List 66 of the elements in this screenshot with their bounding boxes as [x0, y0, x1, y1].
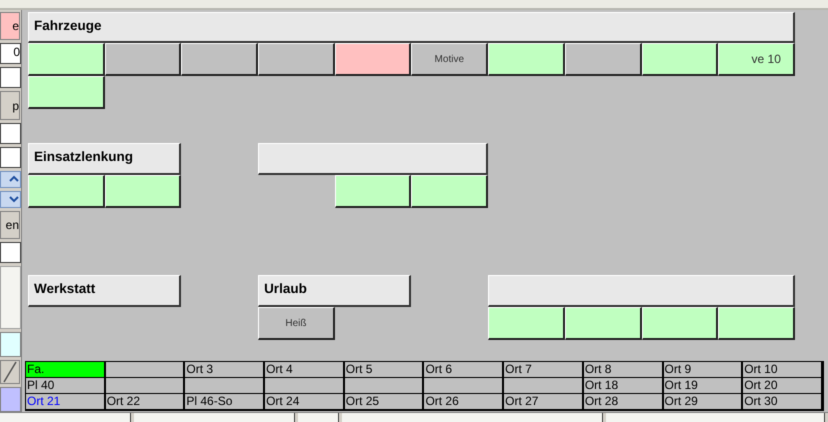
- diagonal-line-icon: [3, 360, 17, 383]
- location-cell[interactable]: Ort 30: [743, 394, 823, 410]
- location-cell[interactable]: Ort 28: [584, 394, 664, 410]
- vehicle-button[interactable]: Motive: [411, 43, 488, 76]
- location-cell[interactable]: Ort 10: [743, 362, 823, 378]
- location-cell[interactable]: [106, 378, 186, 394]
- location-cell[interactable]: Ort 19: [664, 378, 744, 394]
- input-field[interactable]: [0, 146, 21, 168]
- section-title: Urlaub: [264, 281, 307, 296]
- vehicle-button[interactable]: [181, 43, 258, 76]
- section-title: Werkstatt: [34, 281, 96, 296]
- location-cell[interactable]: Fa.: [26, 362, 106, 378]
- section-title: Einsatzlenkung: [34, 149, 134, 164]
- side-button[interactable]: p: [0, 91, 20, 120]
- vehicle-button[interactable]: [258, 43, 335, 76]
- vehicle-button[interactable]: [334, 43, 412, 76]
- input-field[interactable]: 0: [0, 43, 21, 64]
- side-button[interactable]: en: [0, 210, 20, 240]
- vehicle-button[interactable]: ve 10: [718, 43, 795, 76]
- location-cell[interactable]: Ort 5: [344, 362, 424, 378]
- vehicle-button[interactable]: [564, 43, 642, 76]
- location-cell[interactable]: Ort 7: [504, 362, 584, 378]
- line-tool-button[interactable]: [0, 360, 20, 384]
- vehicle-button[interactable]: [28, 43, 105, 76]
- location-cell[interactable]: Ort 25: [344, 394, 424, 410]
- spin-button[interactable]: [0, 190, 21, 208]
- input-field[interactable]: [0, 67, 21, 88]
- vehicle-button[interactable]: [28, 175, 105, 208]
- location-cell[interactable]: [106, 362, 186, 378]
- location-cell[interactable]: [344, 378, 424, 394]
- location-cell[interactable]: [185, 378, 266, 394]
- location-cell[interactable]: Ort 8: [584, 362, 664, 378]
- location-cell[interactable]: Ort 4: [265, 362, 345, 378]
- location-cell[interactable]: Ort 27: [504, 394, 584, 410]
- location-cell[interactable]: Ort 21: [26, 394, 106, 410]
- location-cell[interactable]: Ort 3: [185, 362, 266, 378]
- location-cell[interactable]: Ort 26: [424, 394, 504, 410]
- vehicle-button[interactable]: [104, 175, 182, 208]
- location-cell[interactable]: Ort 6: [424, 362, 504, 378]
- vehicle-button[interactable]: [718, 307, 795, 340]
- vehicle-button[interactable]: [104, 43, 182, 76]
- vehicle-button[interactable]: Heiß: [258, 307, 335, 340]
- location-cell[interactable]: Ort 18: [584, 378, 664, 394]
- input-field[interactable]: [0, 122, 21, 144]
- location-cell[interactable]: Ort 22: [106, 394, 186, 410]
- location-cell[interactable]: Ort 29: [664, 394, 744, 410]
- section-title: Fahrzeuge: [34, 18, 102, 33]
- location-cell[interactable]: [265, 378, 345, 394]
- vehicle-button[interactable]: [334, 175, 412, 208]
- location-cell[interactable]: Ort 9: [664, 362, 744, 378]
- input-field[interactable]: [0, 242, 21, 264]
- side-button[interactable]: e: [0, 12, 20, 40]
- location-cell[interactable]: [504, 378, 584, 394]
- vehicle-button[interactable]: [488, 43, 565, 76]
- vehicle-button[interactable]: [642, 307, 718, 340]
- vehicle-button[interactable]: [28, 76, 105, 109]
- location-cell[interactable]: Pl 40: [26, 378, 106, 394]
- vehicle-button[interactable]: [642, 43, 718, 76]
- location-cell[interactable]: Pl 46-So: [185, 394, 266, 410]
- location-cell[interactable]: [424, 378, 504, 394]
- vehicle-button[interactable]: [488, 307, 565, 340]
- location-cell[interactable]: Ort 24: [265, 394, 345, 410]
- spin-button[interactable]: [0, 170, 21, 188]
- location-cell[interactable]: Ort 20: [743, 378, 823, 394]
- vehicle-button[interactable]: [564, 307, 642, 340]
- vehicle-button[interactable]: [411, 175, 488, 208]
